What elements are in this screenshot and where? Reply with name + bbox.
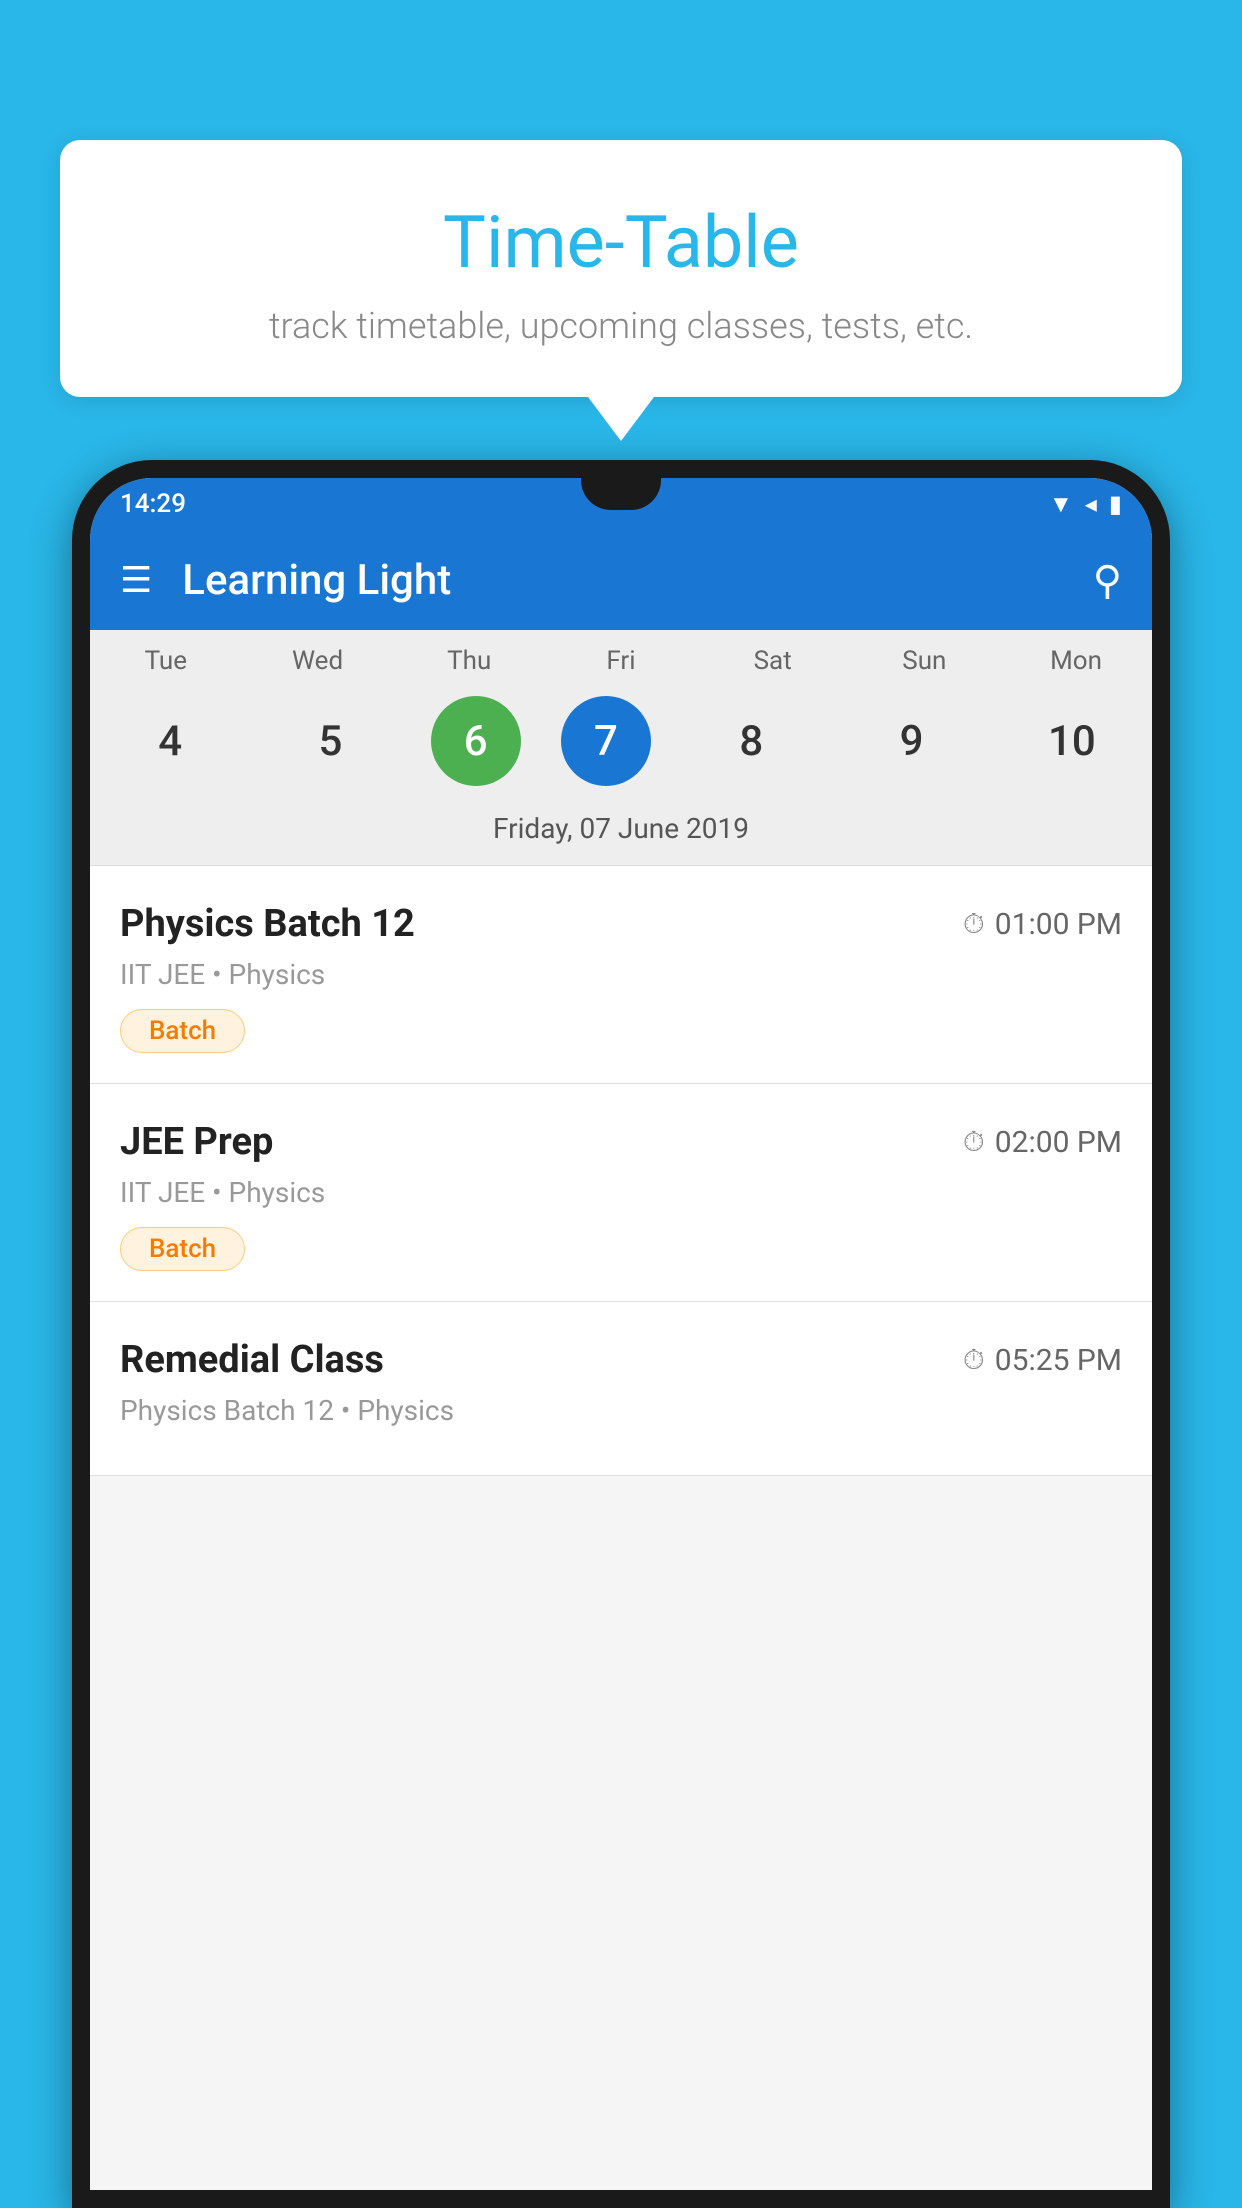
date-5[interactable]: 5 <box>270 696 390 786</box>
battery-icon: ▮ <box>1109 490 1122 518</box>
status-icons: ▼ ◂ ▮ <box>1049 490 1122 519</box>
phone-screen: 14:29 ▼ ◂ ▮ ☰ Learning Light ⚲ Tue Wed T… <box>90 478 1152 2190</box>
clock-icon-1: ⏱ <box>963 907 985 941</box>
batch-badge-1: Batch <box>120 1009 245 1053</box>
bubble-subtitle: track timetable, upcoming classes, tests… <box>100 305 1142 347</box>
schedule-time-label-2: 02:00 PM <box>995 1125 1122 1160</box>
schedule-title-3: Remedial Class <box>120 1338 384 1382</box>
calendar-header: Tue Wed Thu Fri Sat Sun Mon <box>90 630 1152 686</box>
bubble-title: Time-Table <box>100 200 1142 285</box>
date-9[interactable]: 9 <box>852 696 972 786</box>
status-bar: 14:29 ▼ ◂ ▮ <box>90 478 1152 530</box>
app-bar: ☰ Learning Light ⚲ <box>90 530 1152 630</box>
schedule-item-3[interactable]: Remedial Class ⏱ 05:25 PM Physics Batch … <box>90 1302 1152 1476</box>
selected-date-label: Friday, 07 June 2019 <box>90 802 1152 866</box>
schedule-title-1: Physics Batch 12 <box>120 902 415 946</box>
hamburger-icon[interactable]: ☰ <box>120 559 152 601</box>
schedule-meta-2: IIT JEE • Physics <box>120 1176 1122 1209</box>
schedule-title-2: JEE Prep <box>120 1120 273 1164</box>
app-title: Learning Light <box>182 556 1062 605</box>
search-icon[interactable]: ⚲ <box>1093 557 1122 604</box>
schedule-time-label-1: 01:00 PM <box>995 907 1122 942</box>
schedule-item-2[interactable]: JEE Prep ⏱ 02:00 PM IIT JEE • Physics Ba… <box>90 1084 1152 1302</box>
batch-badge-2: Batch <box>120 1227 245 1271</box>
day-mon: Mon <box>1016 646 1136 676</box>
status-time: 14:29 <box>120 489 186 519</box>
phone-frame: 14:29 ▼ ◂ ▮ ☰ Learning Light ⚲ Tue Wed T… <box>72 460 1170 2208</box>
date-7-selected[interactable]: 7 <box>561 696 651 786</box>
schedule-time-label-3: 05:25 PM <box>995 1343 1122 1378</box>
signal-icon: ◂ <box>1085 490 1097 518</box>
schedule-time-2: ⏱ 02:00 PM <box>963 1125 1122 1160</box>
schedule-meta-1: IIT JEE • Physics <box>120 958 1122 991</box>
day-wed: Wed <box>258 646 378 676</box>
wifi-icon: ▼ <box>1049 490 1073 519</box>
schedule-item-2-header: JEE Prep ⏱ 02:00 PM <box>120 1120 1122 1164</box>
speech-bubble-container: Time-Table track timetable, upcoming cla… <box>60 140 1182 397</box>
schedule-item-1-header: Physics Batch 12 ⏱ 01:00 PM <box>120 902 1122 946</box>
clock-icon-2: ⏱ <box>963 1125 985 1159</box>
clock-icon-3: ⏱ <box>963 1343 985 1377</box>
calendar-dates: 4 5 6 7 8 9 10 <box>90 686 1152 802</box>
date-6-today[interactable]: 6 <box>431 696 521 786</box>
speech-bubble: Time-Table track timetable, upcoming cla… <box>60 140 1182 397</box>
schedule-list: Physics Batch 12 ⏱ 01:00 PM IIT JEE • Ph… <box>90 866 1152 1476</box>
day-thu: Thu <box>409 646 529 676</box>
schedule-meta-3: Physics Batch 12 • Physics <box>120 1394 1122 1427</box>
schedule-item-1[interactable]: Physics Batch 12 ⏱ 01:00 PM IIT JEE • Ph… <box>90 866 1152 1084</box>
day-fri: Fri <box>561 646 681 676</box>
date-4[interactable]: 4 <box>110 696 230 786</box>
day-sat: Sat <box>713 646 833 676</box>
notch <box>581 478 661 510</box>
schedule-time-1: ⏱ 01:00 PM <box>963 907 1122 942</box>
date-8[interactable]: 8 <box>691 696 811 786</box>
day-tue: Tue <box>106 646 226 676</box>
date-10[interactable]: 10 <box>1012 696 1132 786</box>
schedule-item-3-header: Remedial Class ⏱ 05:25 PM <box>120 1338 1122 1382</box>
day-sun: Sun <box>864 646 984 676</box>
schedule-time-3: ⏱ 05:25 PM <box>963 1343 1122 1378</box>
